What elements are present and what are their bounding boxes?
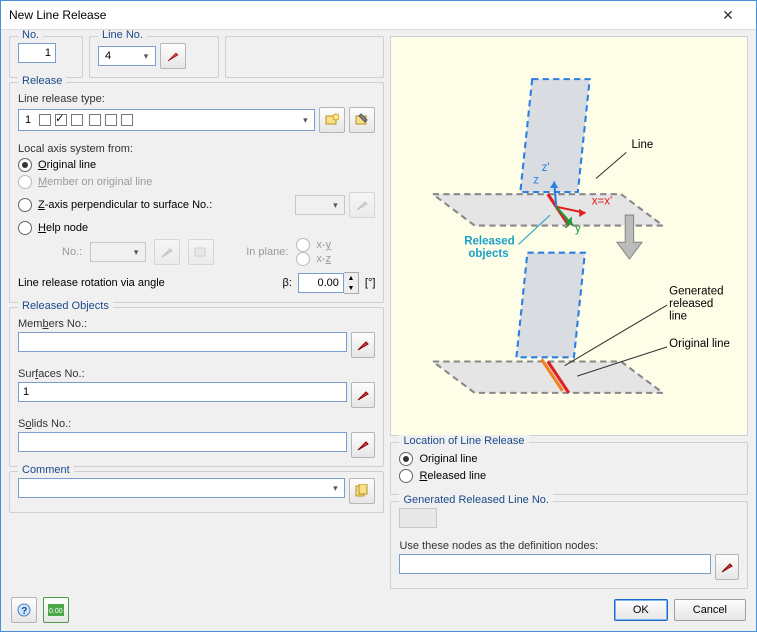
radio-loc-released[interactable]: Released line xyxy=(399,469,739,483)
solids-input[interactable] xyxy=(18,432,347,452)
radio-help-node[interactable]: Help node xyxy=(18,221,375,235)
line-no-legend: Line No. xyxy=(98,30,147,41)
members-input[interactable] xyxy=(18,332,347,352)
beta-label: β: xyxy=(283,277,292,289)
comment-library-button[interactable] xyxy=(349,478,375,504)
chevron-down-icon: ▾ xyxy=(298,115,312,126)
pick-line-button[interactable] xyxy=(160,43,186,69)
radio-icon xyxy=(18,221,32,235)
zp-label: z' xyxy=(542,162,550,174)
units-button[interactable]: 0.00 xyxy=(43,597,69,623)
diag-line-label: Line xyxy=(632,139,654,151)
diag-released-label: Released xyxy=(465,235,516,247)
radio-plane-xy: x-y xyxy=(296,238,331,252)
definition-nodes-input[interactable] xyxy=(399,554,711,574)
edit-release-type-button[interactable] xyxy=(349,107,375,133)
help-button[interactable]: ? xyxy=(11,597,37,623)
gen-line-no xyxy=(399,508,437,528)
help-no-label: No.: xyxy=(62,246,82,258)
radio-icon xyxy=(18,175,32,189)
radio-member-line: Member on original line xyxy=(18,175,375,189)
release-ck1-icon xyxy=(39,114,51,126)
pick-node-button xyxy=(154,239,180,265)
comment-legend: Comment xyxy=(18,464,74,476)
release-ck2-icon xyxy=(55,114,67,126)
help-node-combo: ▾ xyxy=(90,242,146,262)
yp-label: y' xyxy=(565,217,573,229)
comment-combo[interactable]: ▾ xyxy=(18,478,345,498)
rotation-label: Line release rotation via angle xyxy=(18,277,277,289)
pick-def-nodes-button[interactable] xyxy=(715,554,739,580)
xeq-label: x=x' xyxy=(592,196,612,208)
release-type-label: Line release type: xyxy=(18,93,375,105)
pick-surface-button xyxy=(349,192,375,218)
opt-original-text: riginal line xyxy=(47,159,97,171)
radio-zaxis[interactable]: Z-axis perpendicular to surface No.: xyxy=(18,198,212,212)
dialog-title: New Line Release xyxy=(9,8,708,22)
diagram: z z' y y' x=x' Line Released objects xyxy=(390,36,748,436)
line-no-value: 4 xyxy=(105,50,139,62)
release-type-value: 1 xyxy=(25,114,31,126)
diag-orig-label: Original line xyxy=(670,338,731,350)
use-nodes-label: Use these nodes as the definition nodes: xyxy=(399,540,739,552)
pick-surfaces-button[interactable] xyxy=(351,382,375,408)
line-no-combo[interactable]: 4 ▾ xyxy=(98,46,156,66)
local-axis-label: Local axis system from: xyxy=(18,143,375,155)
release-ck5-icon xyxy=(105,114,117,126)
release-type-combo[interactable]: 1 ▾ xyxy=(18,109,315,131)
release-ck6-icon xyxy=(121,114,133,126)
in-plane-label: In plane: xyxy=(246,246,288,258)
diag-gen-label: Generated xyxy=(670,286,724,298)
radio-icon xyxy=(18,158,32,172)
chevron-down-icon: ▾ xyxy=(328,483,342,494)
radio-icon xyxy=(18,198,32,212)
beta-unit: [°] xyxy=(365,277,376,289)
release-ck3-icon xyxy=(71,114,83,126)
pick-solids-button[interactable] xyxy=(351,432,375,458)
ok-button[interactable]: OK xyxy=(614,599,668,621)
radio-icon xyxy=(399,469,413,483)
diag-rel-label: released xyxy=(670,298,714,310)
gen-line-legend: Generated Released Line No. xyxy=(399,494,553,506)
beta-input[interactable] xyxy=(298,273,344,293)
pick-members-button[interactable] xyxy=(351,332,375,358)
release-ck4-icon xyxy=(89,114,101,126)
zaxis-surface-combo: ▾ xyxy=(295,195,345,215)
location-legend: Location of Line Release xyxy=(399,435,528,447)
new-node-button xyxy=(188,239,214,265)
radio-loc-original[interactable]: Original line xyxy=(399,452,739,466)
new-release-type-button[interactable] xyxy=(319,107,345,133)
close-button[interactable]: ✕ xyxy=(708,5,748,25)
y-label: y xyxy=(575,223,581,235)
z-label: z xyxy=(534,175,540,187)
radio-original-line[interactable]: Original line xyxy=(18,158,375,172)
no-input[interactable] xyxy=(18,43,56,63)
svg-text:0.00: 0.00 xyxy=(49,608,63,615)
beta-spinner[interactable]: ▲▼ xyxy=(298,272,359,294)
diag-objects-label: objects xyxy=(469,248,509,260)
release-legend: Release xyxy=(18,75,66,87)
released-objects-legend: Released Objects xyxy=(18,300,113,312)
surfaces-input[interactable] xyxy=(18,382,347,402)
spin-up-icon[interactable]: ▲ xyxy=(344,273,358,283)
chevron-down-icon: ▾ xyxy=(139,51,153,62)
no-legend: No. xyxy=(18,30,43,41)
radio-icon xyxy=(399,452,413,466)
diag-line2-label: line xyxy=(670,311,688,323)
radio-plane-xz: x-z xyxy=(296,252,331,266)
spin-down-icon[interactable]: ▼ xyxy=(344,283,358,293)
svg-text:?: ? xyxy=(21,606,27,617)
cancel-button[interactable]: Cancel xyxy=(674,599,746,621)
